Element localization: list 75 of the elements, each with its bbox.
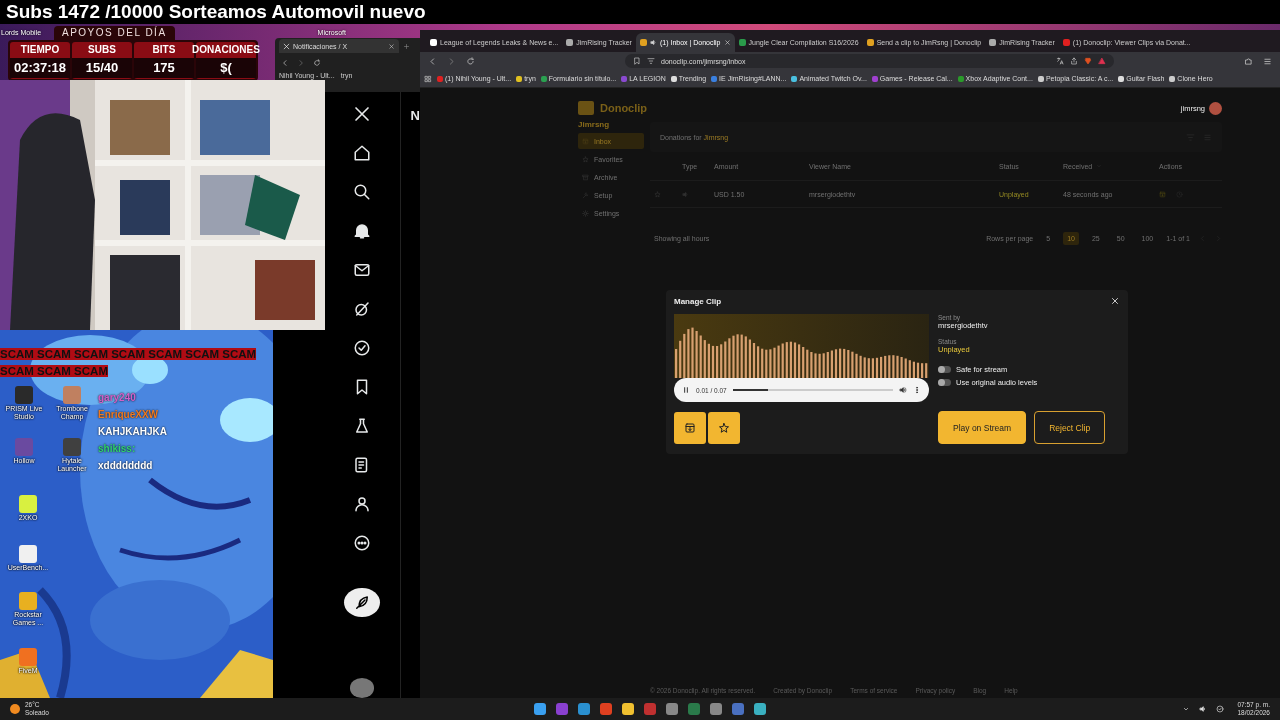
favicon-icon: [989, 39, 997, 46]
chat-username: EnriqueXXW: [98, 409, 159, 420]
chevron-icon[interactable]: [1182, 705, 1191, 713]
chat-message: KAHJKAHJKA: [98, 426, 167, 437]
favicon-icon: [639, 39, 647, 46]
apps-icon[interactable]: [424, 74, 432, 83]
app-icon[interactable]: [556, 703, 568, 715]
share-icon[interactable]: [1070, 57, 1078, 65]
app-icon[interactable]: [732, 703, 744, 715]
stat-label: DONACIONES: [192, 43, 260, 57]
logo-icon: [578, 101, 594, 115]
toggle-switch[interactable]: [938, 366, 951, 373]
bell-icon[interactable]: [353, 222, 372, 240]
reject-button[interactable]: Reject Clip: [1034, 411, 1106, 444]
x-logo-icon[interactable]: [353, 105, 372, 123]
reload-icon[interactable]: [466, 56, 475, 66]
stat-value: $(: [196, 58, 256, 78]
favicon-icon: [738, 39, 746, 46]
more-icon[interactable]: [353, 534, 372, 552]
sun-icon: [10, 704, 20, 714]
speaker-icon[interactable]: [649, 39, 657, 46]
stat-label: TIEMPO: [20, 43, 60, 57]
stat-value: 175: [134, 58, 194, 78]
app-icon[interactable]: [644, 703, 656, 715]
back-icon[interactable]: [281, 59, 289, 67]
chat-username: gary240: [98, 392, 137, 403]
person-icon[interactable]: [353, 495, 372, 513]
chat-message: xdddddddd: [98, 460, 154, 471]
extensions-icon[interactable]: [1244, 56, 1253, 66]
x-logo-icon: [283, 42, 290, 50]
favicon-icon: [430, 39, 437, 46]
back-icon[interactable]: [428, 56, 437, 66]
inbox-icon: [684, 422, 696, 434]
stat-label: SUBS: [88, 43, 116, 57]
translate-icon[interactable]: [1056, 57, 1064, 65]
play-button[interactable]: Play on Stream: [938, 411, 1027, 444]
more-icon[interactable]: [913, 386, 921, 394]
gear-icon: [582, 209, 589, 217]
check-badge-icon[interactable]: [353, 339, 372, 357]
favicon-icon: [1062, 39, 1070, 46]
volume-icon[interactable]: [1199, 705, 1208, 713]
panel-title: APOYOS DEL DÍA: [54, 26, 175, 40]
page-heading: N: [410, 108, 420, 123]
slashed-circle-icon[interactable]: [353, 300, 372, 318]
reload-icon[interactable]: [313, 59, 321, 67]
volume-icon[interactable]: [899, 386, 907, 394]
favicon-icon: [566, 39, 574, 46]
stat-label: BITS: [152, 43, 176, 57]
favorite-button[interactable]: [708, 412, 740, 444]
avatar[interactable]: [1209, 101, 1222, 115]
archive-button[interactable]: [674, 412, 706, 444]
modal-title: Manage Clip: [674, 296, 722, 306]
archive-icon: [582, 173, 589, 181]
banner-text: Subs 1472 /10000 Sorteamos Automovil nuevo: [6, 0, 427, 24]
new-tab-icon[interactable]: [403, 42, 410, 50]
brand-name: Donoclip: [600, 102, 648, 114]
site-settings-icon[interactable]: [647, 57, 655, 65]
menu-icon[interactable]: [1263, 56, 1272, 66]
stat-value: 02:37:18: [10, 58, 70, 78]
chat-username: shikiss:: [98, 443, 137, 454]
stat-value: 15/40: [72, 58, 132, 78]
favicon-icon: [866, 39, 874, 46]
star-icon: [718, 422, 730, 434]
triangle-icon[interactable]: [1098, 57, 1106, 65]
speaker-icon: [682, 190, 689, 198]
search-icon[interactable]: [353, 183, 372, 201]
post-button[interactable]: [344, 588, 381, 618]
home-icon[interactable]: [353, 144, 372, 162]
shield-icon[interactable]: [1084, 57, 1092, 65]
mail-icon[interactable]: [353, 261, 372, 279]
pause-icon[interactable]: [682, 386, 690, 394]
toggle-switch[interactable]: [938, 379, 951, 386]
channel-name: Jimrsng: [578, 120, 611, 129]
close-icon[interactable]: [1110, 296, 1120, 306]
avatar[interactable]: [350, 678, 375, 698]
